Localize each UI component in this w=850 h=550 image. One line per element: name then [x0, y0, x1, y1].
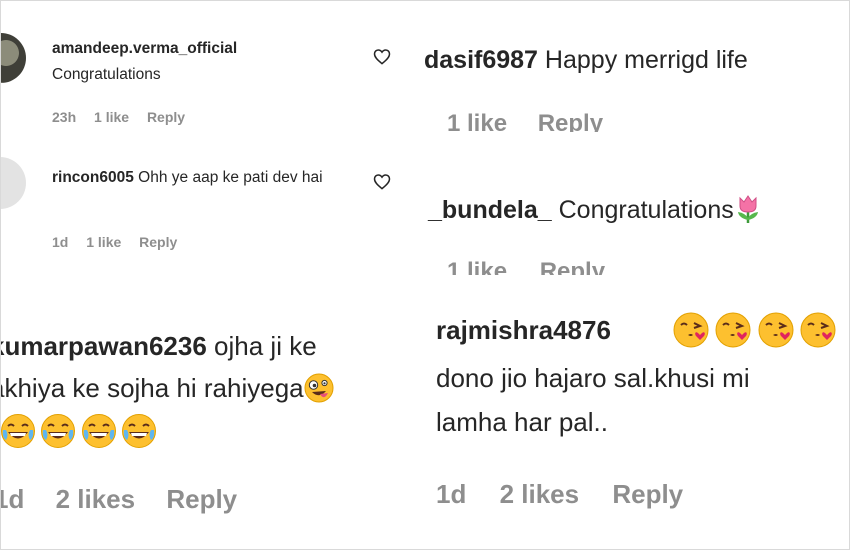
- kissing-heart-emoji: [799, 311, 837, 349]
- comment-meta: 1 like Reply: [447, 258, 631, 275]
- like-count[interactable]: 1 like: [447, 110, 507, 132]
- tulip-emoji: [734, 194, 762, 231]
- emoji-row: [672, 311, 837, 349]
- kissing-heart-emoji: [672, 311, 710, 349]
- comment-body: rincon6005 Ohh ye aap ke pati dev hai: [52, 165, 352, 191]
- comment-username[interactable]: kumarpawan6236: [0, 331, 207, 361]
- comment-username[interactable]: amandeep.verma_official: [52, 40, 237, 58]
- comment-time: 23h: [52, 109, 77, 125]
- comment-meta: 1d 2 likes Reply: [0, 484, 261, 515]
- comment-time: 1d: [436, 479, 467, 509]
- reply-button[interactable]: Reply: [166, 484, 237, 515]
- joy-emoji: [81, 413, 117, 449]
- comment-username[interactable]: rajmishra4876: [436, 315, 611, 345]
- comment-meta: 23h 1 like Reply: [52, 109, 199, 125]
- comment-text: Ohh ye aap ke pati dev hai: [138, 169, 323, 186]
- comment-dasif: dasif6987 Happy merrigd life 1 like Repl…: [418, 0, 850, 132]
- like-count[interactable]: 2 likes: [500, 479, 580, 510]
- comment-body-line1: rajmishra4876: [436, 315, 611, 346]
- comment-text: Happy merrigd life: [544, 46, 748, 74]
- comment-bundela: _bundela_ Congratulations 1 like Reply: [418, 180, 850, 275]
- reply-button[interactable]: Reply: [540, 258, 605, 275]
- avatar[interactable]: [0, 157, 26, 209]
- reply-button[interactable]: Reply: [538, 110, 603, 132]
- avatar[interactable]: [0, 33, 26, 83]
- joy-emoji: [121, 413, 157, 449]
- comment-meta: 1d 2 likes Reply: [436, 479, 709, 510]
- comment-text: Congratulations: [558, 196, 734, 224]
- comment-body: dasif6987 Happy merrigd life: [424, 46, 748, 75]
- comment-body-line1: kumarpawan6236 ojha ji ke: [0, 331, 317, 362]
- comment-time: 1d: [0, 484, 25, 514]
- comment-username[interactable]: rincon6005: [52, 169, 134, 186]
- kissing-heart-emoji: [714, 311, 752, 349]
- emoji-row: [0, 413, 157, 449]
- joy-emoji: [40, 413, 76, 449]
- comment-text-line2: lamha har pal..: [436, 407, 608, 437]
- comment-meta: 1d 1 like Reply: [52, 234, 191, 250]
- like-count[interactable]: 1 like: [94, 109, 129, 125]
- comment-username[interactable]: dasif6987: [424, 46, 538, 74]
- comment-kumarpawan: kumarpawan6236 ojha ji ke akhiya ke sojh…: [0, 275, 418, 550]
- like-count[interactable]: 1 like: [447, 258, 507, 275]
- comment-text-line1: ojha ji ke: [214, 331, 317, 361]
- heart-outline-icon[interactable]: [373, 173, 391, 190]
- comment-time: 1d: [52, 234, 69, 250]
- comment-text-line1: dono jio hajaro sal.khusi mi: [436, 363, 750, 393]
- reply-button[interactable]: Reply: [139, 234, 177, 250]
- comment-text: Congratulations: [52, 66, 161, 83]
- reply-button[interactable]: Reply: [147, 109, 185, 125]
- kissing-heart-emoji: [757, 311, 795, 349]
- zany-face-emoji: [304, 373, 334, 410]
- heart-outline-icon[interactable]: [373, 48, 391, 65]
- like-count[interactable]: 1 like: [86, 234, 121, 250]
- reply-button[interactable]: Reply: [612, 479, 683, 510]
- like-count[interactable]: 2 likes: [56, 484, 136, 515]
- comment-meta: 1 like Reply: [447, 110, 627, 132]
- comment-text-line2: akhiya ke sojha hi rahiyega: [0, 373, 304, 403]
- comment-body-line2: akhiya ke sojha hi rahiyega: [0, 373, 334, 410]
- comment-amandeep: amandeep.verma_official Congratulations …: [0, 0, 418, 145]
- comment-rincon: rincon6005 Ohh ye aap ke pati dev hai 1d…: [0, 145, 418, 275]
- comment-username[interactable]: _bundela_: [428, 196, 552, 224]
- joy-emoji: [0, 413, 36, 449]
- comment-body: _bundela_ Congratulations: [428, 194, 762, 231]
- comment-rajmishra: rajmishra4876 dono jio hajaro sal.khusi …: [418, 283, 850, 550]
